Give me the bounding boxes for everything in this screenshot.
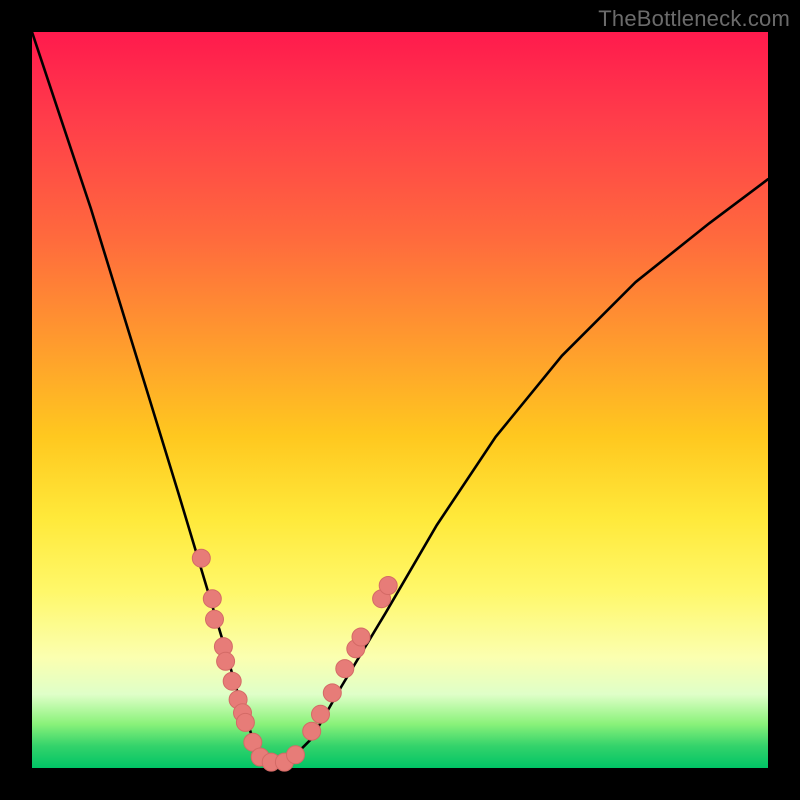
marker-dot [352,628,370,646]
marker-dot [323,684,341,702]
marker-dot [303,722,321,740]
marker-dot [236,713,254,731]
marker-dot [223,672,241,690]
marker-dot [287,746,305,764]
curve-svg [32,32,768,768]
highlighted-points [192,549,397,771]
marker-dot [312,705,330,723]
marker-dot [192,549,210,567]
bottleneck-curve [32,32,768,764]
marker-dot [203,590,221,608]
watermark-text: TheBottleneck.com [598,6,790,32]
marker-dot [217,652,235,670]
marker-dot [206,610,224,628]
plot-area [32,32,768,768]
marker-dot [379,577,397,595]
marker-dot [336,660,354,678]
outer-frame: TheBottleneck.com [0,0,800,800]
